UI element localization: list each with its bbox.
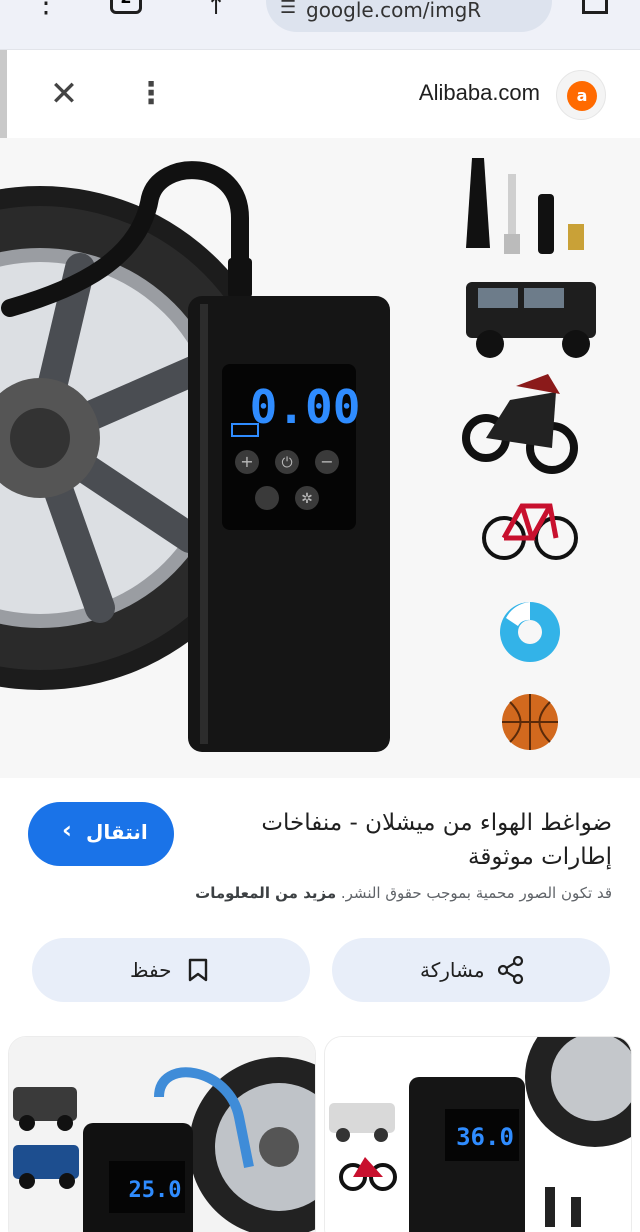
alibaba-logo-icon: a xyxy=(567,81,597,111)
save-button-label: حفظ xyxy=(130,958,172,982)
product-illustration: 0.00 + ⏻ − ✲ xyxy=(0,158,596,752)
home-icon[interactable] xyxy=(582,0,608,14)
result-title[interactable]: ضواغط الهواء من ميشلان - منفاخات إطارات … xyxy=(200,806,612,874)
image-viewer-page: ⋮ 2 ↑ ☰ google.com/imgR ✕ ⋮ Alibaba.com … xyxy=(0,0,640,1232)
copyright-notice-text: قد تكون الصور محمية بموجب حقوق النشر. xyxy=(340,884,612,902)
share-button-label: مشاركة xyxy=(420,958,485,982)
more-vert-icon[interactable]: ⋮ xyxy=(32,0,60,19)
bookmark-icon xyxy=(188,958,208,982)
learn-more-link[interactable]: مزيد من المعلومات xyxy=(195,884,336,902)
more-options-icon[interactable]: ⋮ xyxy=(136,76,166,112)
thumbnail-illustration: 36.0 xyxy=(325,1037,631,1232)
share-button[interactable]: مشاركة xyxy=(332,938,610,1002)
address-bar[interactable]: ☰ google.com/imgR xyxy=(266,0,552,32)
related-image-thumbnail[interactable]: 36.0 xyxy=(324,1036,632,1232)
chevron-left-icon: ‹ xyxy=(62,816,72,844)
thumbnail-illustration: 25.0 xyxy=(9,1037,315,1232)
main-product-image[interactable]: 0.00 + ⏻ − ✲ xyxy=(0,138,640,778)
svg-text:−: − xyxy=(320,452,333,471)
visit-button-label: انتقال xyxy=(86,820,148,844)
thumbnail-display-reading: 25.0 xyxy=(129,1178,182,1203)
tune-icon: ☰ xyxy=(280,0,297,18)
svg-text:+: + xyxy=(240,452,253,471)
save-button[interactable]: حفظ xyxy=(32,938,310,1002)
address-text: google.com/imgR xyxy=(306,0,482,22)
share-icon xyxy=(498,956,524,984)
upload-icon[interactable]: ↑ xyxy=(206,0,226,20)
tab-switcher-button[interactable]: 2 xyxy=(110,0,142,14)
related-image-thumbnail[interactable]: 25.0 xyxy=(8,1036,316,1232)
source-logo[interactable]: a xyxy=(556,70,606,120)
source-site-name[interactable]: Alibaba.com xyxy=(376,80,540,106)
copyright-notice: قد تكون الصور محمية بموجب حقوق النشر. مز… xyxy=(20,884,612,902)
visit-button[interactable]: ‹ انتقال xyxy=(28,802,174,866)
thumbnail-display-reading: 36.0 xyxy=(456,1123,514,1151)
close-icon[interactable]: ✕ xyxy=(46,76,82,112)
browser-toolbar: ⋮ 2 ↑ ☰ google.com/imgR xyxy=(0,0,640,50)
pump-display-reading: 0.00 xyxy=(250,380,361,434)
svg-text:✲: ✲ xyxy=(301,491,313,507)
svg-text:⏻: ⏻ xyxy=(281,455,292,471)
